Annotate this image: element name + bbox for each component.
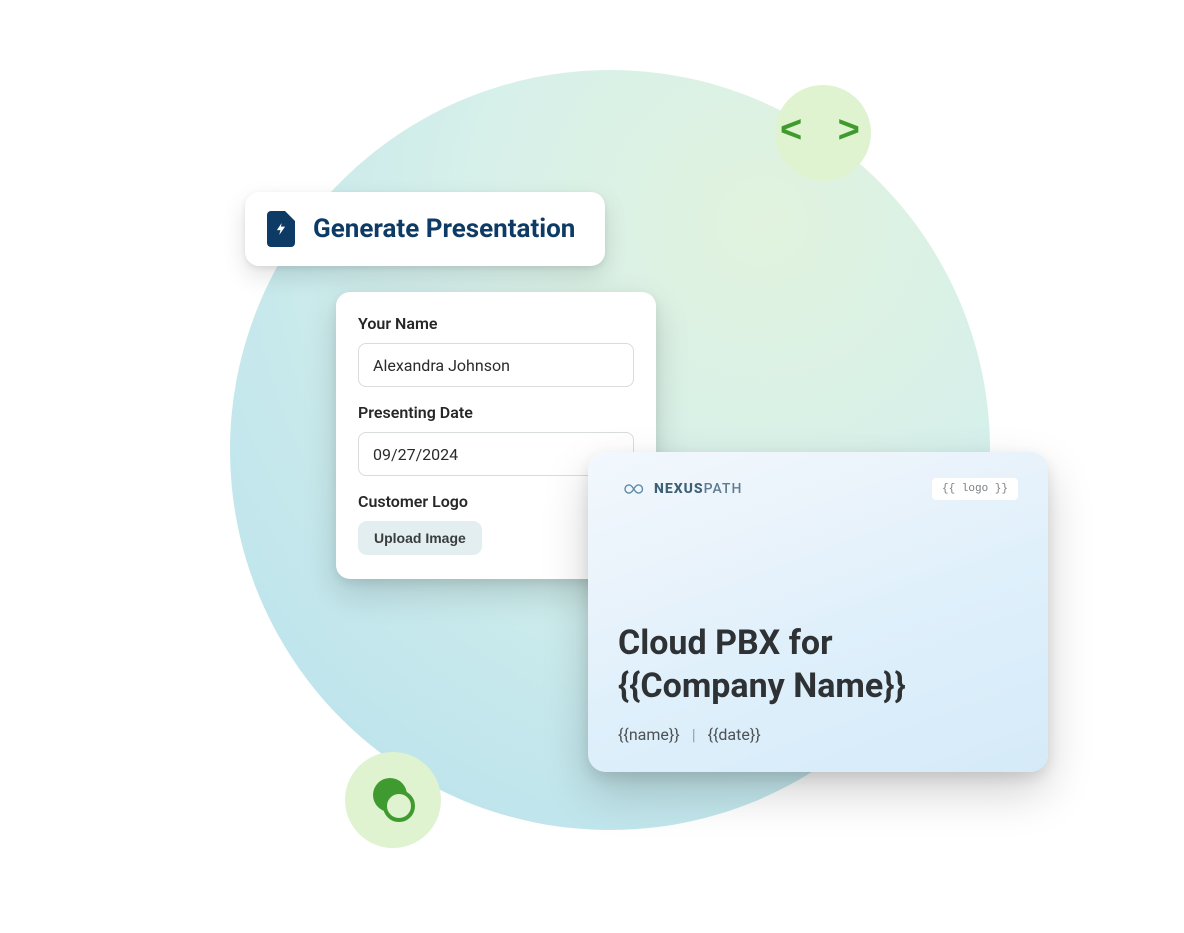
chat-icon — [369, 776, 417, 824]
meta-date: {{date}} — [708, 725, 761, 744]
your-name-label: Your Name — [358, 314, 634, 333]
file-bolt-icon — [267, 211, 295, 247]
meta-name: {{name}} — [618, 725, 680, 744]
generate-presentation-label: Generate Presentation — [313, 214, 575, 244]
your-name-input[interactable] — [358, 343, 634, 387]
meta-separator: | — [692, 725, 696, 744]
slide-preview: NEXUSPATH {{ logo }} Cloud PBX for {{Com… — [588, 452, 1048, 772]
logo-placeholder-chip: {{ logo }} — [932, 478, 1018, 500]
slide-title: Cloud PBX for {{Company Name}} — [618, 622, 1018, 707]
code-icon: < > — [780, 114, 866, 152]
infinity-icon — [618, 480, 646, 498]
generate-presentation-button[interactable]: Generate Presentation — [245, 192, 605, 266]
presenting-date-label: Presenting Date — [358, 403, 634, 422]
code-badge: < > — [775, 85, 871, 181]
slide-meta: {{name}} | {{date}} — [618, 725, 1018, 744]
upload-image-button[interactable]: Upload Image — [358, 521, 482, 555]
brand-logo: NEXUSPATH — [618, 480, 742, 498]
chat-badge — [345, 752, 441, 848]
brand-name: NEXUSPATH — [654, 481, 742, 497]
